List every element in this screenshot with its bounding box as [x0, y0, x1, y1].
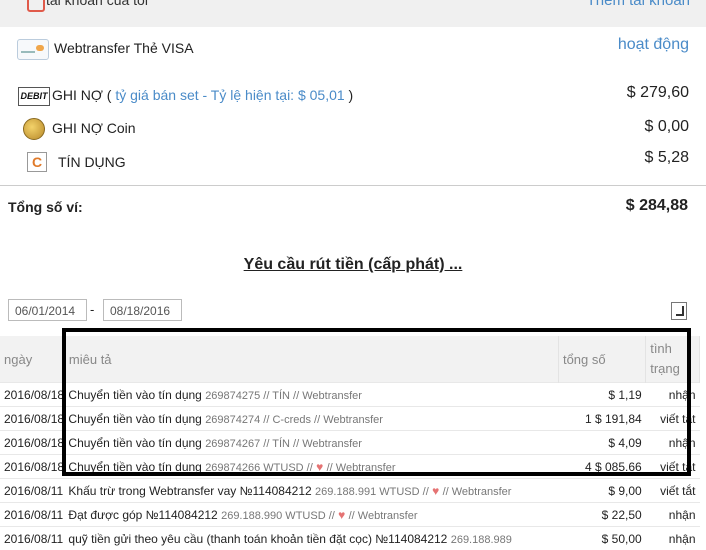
date-to-input[interactable]: 08/18/2016 [103, 299, 182, 321]
row-status: viết tắt [645, 406, 700, 431]
accounts-title: tài khoản của tôi [46, 0, 148, 8]
col-description[interactable]: miêu tả [64, 336, 559, 383]
visa-card-icon [17, 39, 49, 60]
row-desc-sub: 269.188.989 [450, 533, 512, 546]
row-desc-sub-post: // Webtransfer [348, 509, 418, 522]
row-date: 2016/08/11 [0, 526, 65, 550]
table-row[interactable]: 2016/08/11 Đạt được góp №114084212 269.1… [0, 502, 700, 527]
row-amount: $ 50,00 [558, 526, 646, 550]
row-description: Đạt được góp №114084212 269.188.990 WTUS… [64, 502, 559, 527]
transactions-table: ngày miêu tả tổng số tình trạng 2016/08/… [0, 336, 700, 550]
coin-icon [23, 118, 45, 140]
table-row[interactable]: 2016/08/11 Khấu trừ trong Webtransfer va… [0, 478, 700, 503]
row-date: 2016/08/11 [0, 478, 65, 503]
row-date: 2016/08/18 [0, 382, 65, 407]
card-status: hoạt động [617, 36, 689, 53]
table-row[interactable]: 2016/08/18 Chuyển tiền vào tín dụng 2698… [0, 382, 700, 407]
row-description: Chuyển tiền vào tín dụng 269874266 WTUSD… [64, 454, 559, 479]
row-desc-main: quỹ tiền gửi theo yêu cầu (thanh toán kh… [68, 531, 448, 546]
row-status: viết tắt [645, 478, 700, 503]
accounts-header: tài khoản của tôi Thêm tài khoản [0, 0, 706, 27]
row-desc-sub: 269874275 // TÍN // Webtransfer [205, 389, 362, 402]
date-from-input[interactable]: 06/01/2014 [8, 299, 87, 321]
row-amount: $ 1,19 [558, 382, 646, 407]
row-desc-sub-post: // Webtransfer [326, 461, 396, 474]
total-divider [0, 185, 706, 186]
row-amount: 4 $ 085.66 [558, 454, 646, 479]
col-date[interactable]: ngày [0, 336, 65, 383]
row-desc-main: Đạt được góp №114084212 [68, 507, 218, 522]
debit-label-suffix: ) [344, 87, 354, 103]
row-amount: 1 $ 191,84 [558, 406, 646, 431]
withdrawal-title[interactable]: Yêu cầu rút tiền (cấp phát) ... [0, 256, 706, 274]
debit-wallet-label: GHI NỢ ( tỷ giá bán set - Tỷ lệ hiện tại… [52, 87, 353, 103]
row-desc-sub: 269.188.990 WTUSD // [221, 509, 335, 522]
row-description: quỹ tiền gửi theo yêu cầu (thanh toán kh… [64, 526, 559, 550]
row-status: viết tắt [645, 454, 700, 479]
exchange-rate-link[interactable]: tỷ giá bán set - Tỷ lệ hiện tại: $ 05,01 [115, 87, 344, 103]
row-desc-sub: 269874274 // C-creds // Webtransfer [205, 413, 383, 426]
debit-amount: $ 279,60 [626, 84, 689, 101]
wallet-icon [27, 0, 45, 12]
debit-label-text: GHI NỢ ( [52, 87, 116, 103]
date-range-dash: - [90, 302, 95, 317]
row-desc-main: Chuyển tiền vào tín dụng [68, 459, 202, 474]
row-status: nhận [645, 526, 700, 550]
heart-icon: ♥ [338, 507, 346, 522]
row-amount: $ 9,00 [558, 478, 646, 503]
table-row[interactable]: 2016/08/18 Chuyển tiền vào tín dụng 2698… [0, 406, 700, 431]
row-desc-sub: 269874267 // TÍN // Webtransfer [205, 437, 362, 450]
total-label: Tổng số ví: [8, 199, 83, 215]
row-date: 2016/08/18 [0, 406, 65, 431]
row-description: Chuyển tiền vào tín dụng 269874275 // TÍ… [64, 382, 559, 407]
credit-wallet-label: TÍN DỤNG [58, 154, 126, 170]
table-row[interactable]: 2016/08/11 quỹ tiền gửi theo yêu cầu (th… [0, 526, 700, 550]
row-date: 2016/08/11 [0, 502, 65, 527]
row-date: 2016/08/18 [0, 454, 65, 479]
coin-amount: $ 0,00 [644, 118, 689, 135]
add-account-link[interactable]: Thêm tài khoản [587, 0, 690, 9]
table-row[interactable]: 2016/08/18 Chuyển tiền vào tín dụng 2698… [0, 430, 700, 455]
row-desc-sub-post: // Webtransfer [442, 485, 512, 498]
row-desc-main: Chuyển tiền vào tín dụng [68, 411, 202, 426]
row-amount: $ 4,09 [558, 430, 646, 455]
heart-icon: ♥ [432, 483, 440, 498]
col-status[interactable]: tình trạng [645, 336, 700, 383]
credit-amount: $ 5,28 [644, 149, 689, 166]
debit-card-icon: DEBIT [18, 87, 50, 106]
col-amount[interactable]: tổng số [558, 336, 647, 383]
card-name-link[interactable]: Webtransfer Thẻ VISA [54, 40, 194, 56]
total-amount: $ 284,88 [625, 197, 688, 214]
table-header-row: ngày miêu tả tổng số tình trạng [0, 336, 700, 383]
table-row[interactable]: 2016/08/18 Chuyển tiền vào tín dụng 2698… [0, 454, 700, 479]
row-description: Chuyển tiền vào tín dụng 269874267 // TÍ… [64, 430, 559, 455]
row-amount: $ 22,50 [558, 502, 646, 527]
row-desc-sub: 269.188.991 WTUSD // [315, 485, 429, 498]
row-desc-main: Chuyển tiền vào tín dụng [68, 387, 202, 402]
row-date: 2016/08/18 [0, 430, 65, 455]
credit-icon: C [27, 152, 47, 172]
row-desc-sub: 269874266 WTUSD // [205, 461, 313, 474]
row-description: Khấu trừ trong Webtransfer vay №11408421… [64, 478, 559, 503]
row-description: Chuyển tiền vào tín dụng 269874274 // C-… [64, 406, 559, 431]
row-desc-main: Chuyển tiền vào tín dụng [68, 435, 202, 450]
row-status: nhận [645, 430, 700, 455]
row-status: nhận [645, 382, 700, 407]
row-desc-main: Khấu trừ trong Webtransfer vay №11408421… [68, 483, 312, 498]
heart-icon: ♥ [316, 459, 324, 474]
row-status: nhận [645, 502, 700, 527]
coin-wallet-label: GHI NỢ Coin [52, 120, 136, 136]
export-icon[interactable] [671, 302, 687, 320]
withdrawal-title-link[interactable]: Yêu cầu rút tiền (cấp phát) ... [244, 256, 463, 273]
